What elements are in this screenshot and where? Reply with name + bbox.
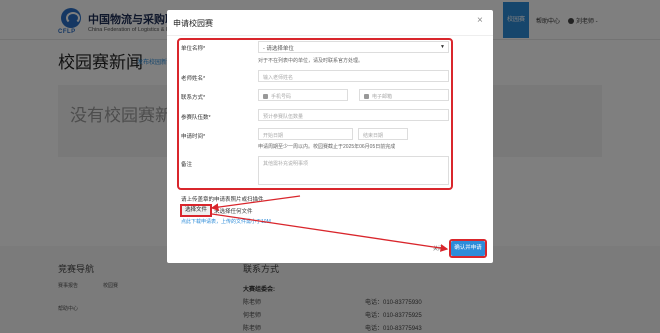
phone-input[interactable]: 手机号码 (258, 89, 348, 101)
end-date-placeholder: 结束日期 (363, 133, 384, 139)
end-date-input[interactable]: 结束日期 (358, 128, 408, 140)
email-input[interactable]: 电子邮箱 (359, 89, 449, 101)
choose-file-button[interactable]: 选择文件 (180, 204, 212, 217)
unit-hint: 对于不在列表中的单位，请及时联系官方处理。 (258, 58, 364, 64)
mail-icon (364, 94, 369, 100)
upload-note: 请上传盖章的申请表照片或扫描件 (181, 197, 264, 203)
unit-select-value: - 请选择单位 (263, 46, 294, 52)
modal-header: 申请校园赛 × (167, 10, 493, 36)
contact-label: 联系方式* (181, 95, 206, 101)
no-file-text: 未选择任何文件 (214, 209, 253, 215)
close-icon[interactable]: × (477, 15, 483, 26)
unit-label: 单位名称* (181, 46, 206, 52)
teams-input[interactable]: 预计参赛队伍数量 (258, 109, 449, 121)
start-date-input[interactable]: 开始日期 (258, 128, 353, 140)
download-template-link[interactable]: 点此下载申请表，上传的文件需小于10M (181, 218, 271, 225)
phone-placeholder: 手机号码 (271, 94, 292, 100)
remark-label: 备注 (181, 162, 193, 168)
email-placeholder: 电子邮箱 (372, 94, 393, 100)
teacher-input[interactable]: 输入老师姓名 (258, 70, 449, 82)
caret-down-icon: ▼ (440, 44, 445, 50)
teams-placeholder: 预计参赛队伍数量 (263, 114, 304, 120)
time-hint: 申请周期至少一周以内。校园赛截止于2025年06月05日前完成 (258, 144, 396, 150)
start-date-placeholder: 开始日期 (263, 133, 284, 139)
modal-title: 申请校园赛 (173, 19, 213, 28)
teacher-placeholder: 输入老师姓名 (263, 75, 294, 81)
teacher-label: 老师姓名* (181, 76, 206, 82)
teams-label: 参赛队伍数* (181, 115, 211, 121)
close-button[interactable]: 关闭 (430, 244, 446, 254)
remark-placeholder: 其他需补充说明事项 (263, 161, 309, 167)
time-label: 申请时间* (181, 134, 206, 140)
phone-icon (263, 94, 268, 100)
remark-textarea[interactable]: 其他需补充说明事项 (258, 156, 449, 185)
unit-select[interactable]: - 请选择单位 ▼ (258, 41, 449, 53)
submit-button[interactable]: 确认并申请 (451, 241, 485, 256)
